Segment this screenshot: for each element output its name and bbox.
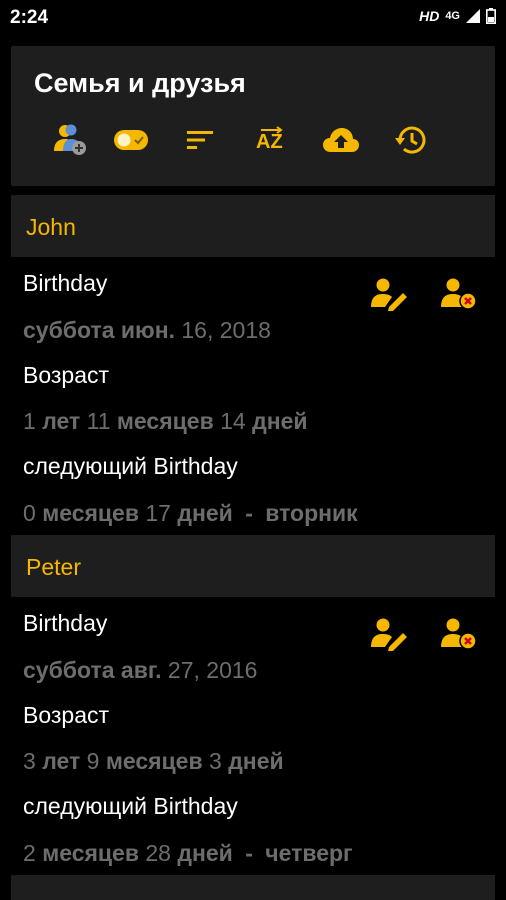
birthday-date: суббота июн. 16, 2018 — [23, 317, 271, 343]
cloud-upload-button[interactable] — [319, 118, 363, 162]
signal-icon — [466, 9, 480, 23]
status-bar: 2:24 HD 4G — [0, 0, 506, 34]
contact-name: Peter — [26, 554, 81, 580]
edit-person-icon — [371, 278, 407, 311]
add-contact-button[interactable] — [48, 118, 92, 162]
next-birthday-value: 0 месяцев 17 дней - вторник — [23, 500, 358, 526]
contact-header-john[interactable]: John — [11, 195, 495, 257]
history-button[interactable] — [389, 118, 433, 162]
contact-header-peter[interactable]: Peter — [11, 535, 495, 597]
edit-contact-button[interactable] — [368, 272, 412, 316]
edit-person-icon — [371, 618, 407, 651]
history-icon — [395, 126, 426, 154]
next-birthday-label: следующий Birthday — [23, 793, 238, 819]
toolbar: AZ — [11, 118, 495, 162]
delete-contact-button[interactable] — [438, 612, 482, 656]
toggle-icon — [114, 130, 148, 150]
birthday-label: Birthday — [23, 610, 108, 636]
next-birthday-label: следующий Birthday — [23, 453, 238, 479]
contact-name: John — [26, 214, 76, 240]
birthday-label: Birthday — [23, 270, 108, 296]
age-label: Возраст — [23, 702, 110, 728]
sort-button[interactable] — [179, 118, 223, 162]
age-label: Возраст — [23, 362, 110, 388]
delete-person-icon — [441, 618, 477, 650]
sort-icon — [187, 131, 213, 149]
edit-contact-button[interactable] — [368, 612, 412, 656]
cloud-upload-icon — [323, 128, 359, 152]
birthday-date: суббота авг. 27, 2016 — [23, 657, 258, 683]
add-contact-icon — [54, 124, 86, 155]
next-birthday-value: 2 месяцев 28 дней - четверг — [23, 840, 353, 866]
age-value: 1 лет 11 месяцев 14 дней — [23, 408, 308, 434]
status-icons: HD 4G — [419, 8, 496, 24]
delete-contact-button[interactable] — [438, 272, 482, 316]
network-type: 4G — [445, 10, 460, 22]
contact-header-next[interactable] — [11, 875, 495, 900]
delete-person-icon — [441, 278, 477, 310]
battery-icon — [486, 8, 496, 24]
hd-indicator: HD — [419, 8, 440, 24]
clock: 2:24 — [10, 7, 49, 28]
sort-az-icon: AZ — [256, 126, 283, 153]
sort-az-button[interactable]: AZ — [249, 118, 293, 162]
age-value: 3 лет 9 месяцев 3 дней — [23, 748, 284, 774]
toggle-button[interactable] — [109, 118, 153, 162]
header-card: Семья и друзья AZ — [11, 46, 495, 186]
svg-text:AZ: AZ — [256, 131, 283, 153]
page-title: Семья и друзья — [34, 68, 246, 98]
